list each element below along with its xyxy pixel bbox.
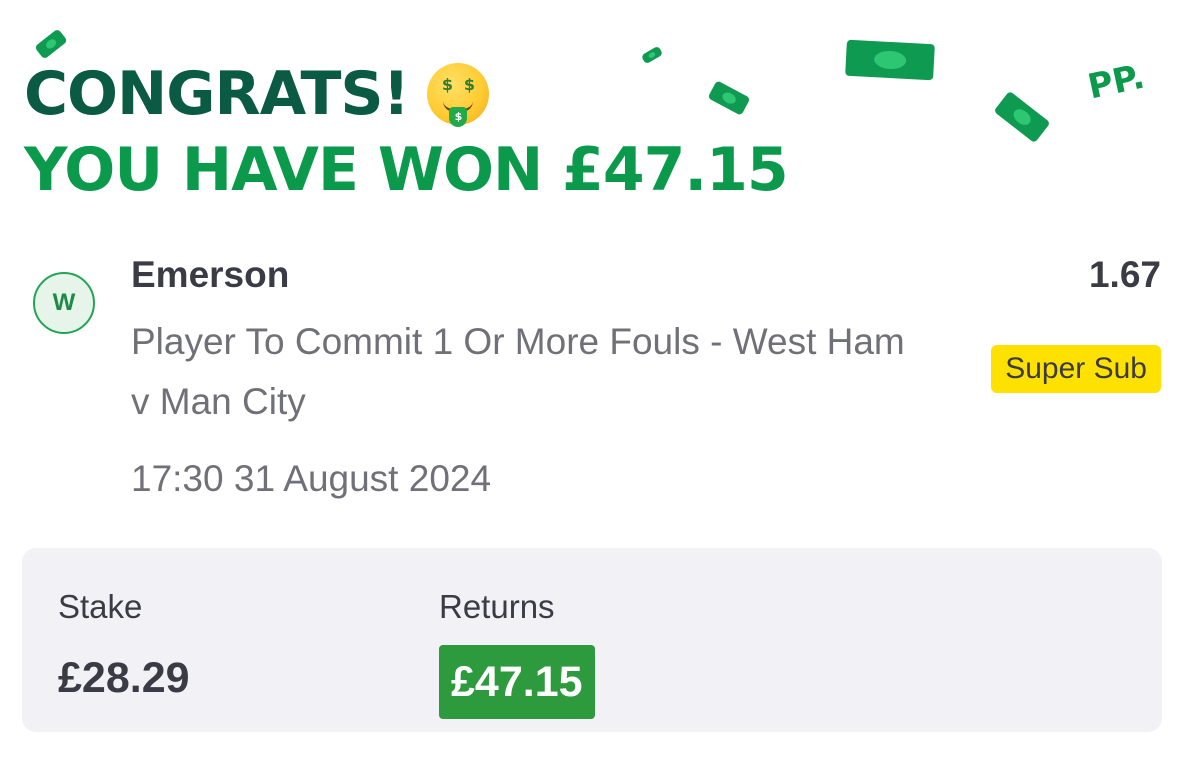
- banknote-icon: [993, 90, 1051, 144]
- congrats-heading: CONGRATS! $ $ $: [24, 58, 489, 130]
- bet-summary-panel: Stake £28.29 Returns £47.15: [22, 548, 1162, 732]
- congrats-text: CONGRATS!: [24, 59, 410, 129]
- banknote-icon: [707, 80, 751, 116]
- win-result-badge: W: [33, 272, 95, 334]
- brand-logo: PP.: [1084, 56, 1149, 108]
- selection-name: Emerson: [131, 254, 290, 295]
- banknote-icon: [34, 28, 68, 60]
- banknote-icon: [640, 45, 664, 65]
- bet-odds: 1.67: [1088, 254, 1161, 295]
- stake-label: Stake: [58, 588, 143, 625]
- money-mouth-face-icon: $ $ $: [426, 63, 489, 127]
- banknote-icon: [845, 39, 935, 81]
- returns-amount: £47.15: [439, 645, 595, 719]
- event-datetime: 17:30 31 August 2024: [131, 458, 492, 499]
- winnings-heading: YOU HAVE WON £47.15: [24, 135, 789, 205]
- super-sub-tag: Super Sub: [991, 345, 1161, 393]
- stake-amount: £28.29: [58, 654, 190, 702]
- returns-label: Returns: [439, 588, 555, 625]
- market-description: Player To Commit 1 Or More Fouls - West …: [131, 321, 905, 422]
